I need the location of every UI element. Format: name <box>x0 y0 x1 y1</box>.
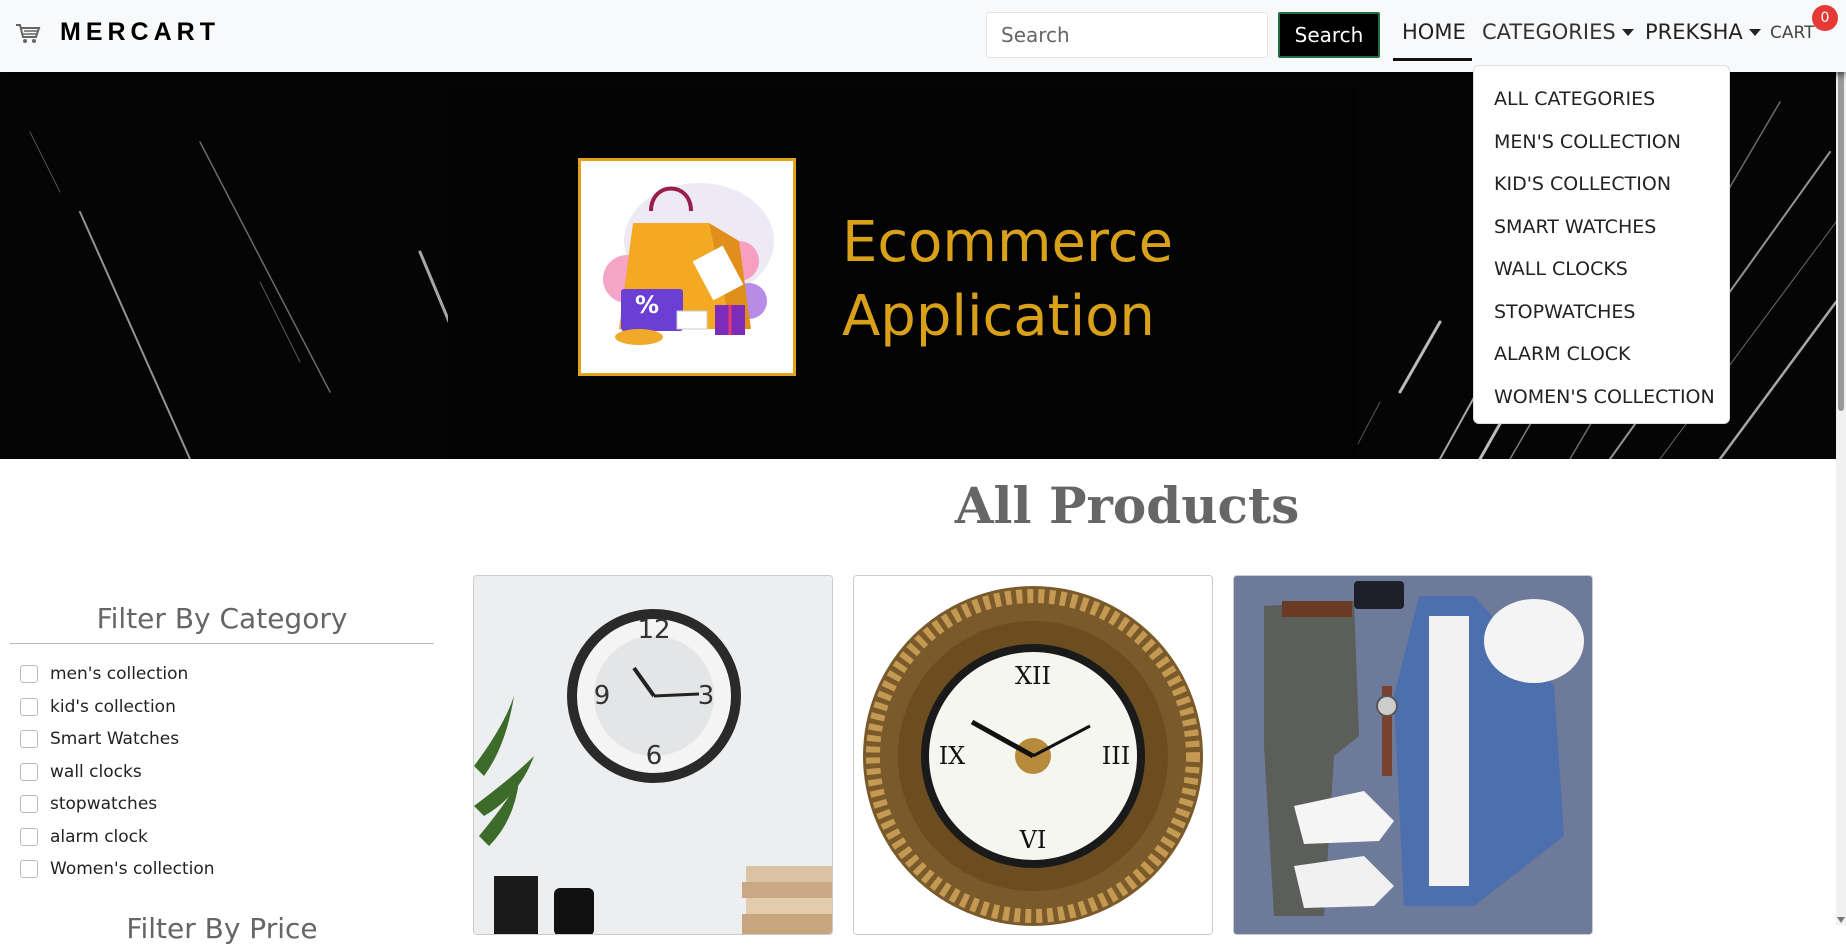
banner-title: Ecommerce Application <box>842 206 1173 354</box>
checkbox[interactable] <box>20 730 38 749</box>
dropdown-item-stopwatches[interactable]: STOPWATCHES <box>1474 291 1729 334</box>
dropdown-item-smart-watches[interactable]: SMART WATCHES <box>1474 206 1729 249</box>
search-input[interactable] <box>986 12 1268 58</box>
svg-text:III: III <box>1102 742 1130 770</box>
navbar: MERCART Search HOME CATEGORIES PREKSHA C… <box>0 0 1846 72</box>
discount-badge: % <box>635 291 660 319</box>
shopping-bag-icon <box>603 183 774 345</box>
nav-categories-label: CATEGORIES <box>1482 20 1616 44</box>
product-image-ornate-clock: XII III VI IX <box>854 576 1212 934</box>
active-nav-indicator <box>1393 58 1472 61</box>
svg-text:12: 12 <box>637 615 670 645</box>
checkbox[interactable] <box>20 860 38 879</box>
svg-text:6: 6 <box>646 741 663 771</box>
nav-cart[interactable]: CART <box>1770 23 1814 43</box>
banner-title-line-2: Application <box>842 284 1155 349</box>
cart-count-badge: 0 <box>1812 5 1838 31</box>
filter-price-title: Filter By Price <box>126 912 318 945</box>
filter-label: alarm clock <box>50 826 148 847</box>
filter-item-womens-collection[interactable]: Women's collection <box>20 853 215 886</box>
product-image-wall-clock: 12 3 6 9 <box>474 576 832 934</box>
checkbox[interactable] <box>20 795 38 814</box>
filter-label: stopwatches <box>50 794 158 815</box>
categories-dropdown-menu: ALL CATEGORIES MEN'S COLLECTION KID'S CO… <box>1473 65 1730 424</box>
brand-name: MERCART <box>60 18 220 46</box>
filter-label: Smart Watches <box>50 729 180 750</box>
filter-item-smart-watches[interactable]: Smart Watches <box>20 723 215 756</box>
checkbox[interactable] <box>20 697 38 716</box>
search-button[interactable]: Search <box>1278 12 1380 58</box>
filter-item-wall-clocks[interactable]: wall clocks <box>20 756 215 789</box>
product-card[interactable]: 12 3 6 9 <box>473 575 833 935</box>
filter-item-alarm-clock[interactable]: alarm clock <box>20 821 215 854</box>
checkbox[interactable] <box>20 665 38 684</box>
filter-label: wall clocks <box>50 761 142 782</box>
dropdown-item-wall-clocks[interactable]: WALL CLOCKS <box>1474 248 1729 291</box>
product-card[interactable]: XII III VI IX <box>853 575 1213 935</box>
filter-label: men's collection <box>50 664 189 685</box>
svg-text:VI: VI <box>1019 826 1047 854</box>
product-image-mens-outfit <box>1234 576 1592 934</box>
svg-text:9: 9 <box>594 681 611 711</box>
dropdown-item-womens-collection[interactable]: WOMEN'S COLLECTION <box>1474 376 1729 419</box>
svg-text:IX: IX <box>939 742 966 770</box>
dropdown-item-alarm-clock[interactable]: ALARM CLOCK <box>1474 333 1729 376</box>
page-heading: All Products <box>0 476 1846 535</box>
banner-title-line-1: Ecommerce <box>842 210 1174 275</box>
shopping-bag-logo: % <box>578 158 796 376</box>
nav-categories-dropdown[interactable]: CATEGORIES <box>1482 20 1634 44</box>
dropdown-item-kids-collection[interactable]: KID'S COLLECTION <box>1474 163 1729 206</box>
product-card[interactable] <box>1233 575 1593 935</box>
filter-item-mens-collection[interactable]: men's collection <box>20 658 215 691</box>
checkbox[interactable] <box>20 762 38 781</box>
nav-user-dropdown[interactable]: PREKSHA <box>1645 20 1761 44</box>
filter-category-title: Filter By Category <box>10 602 434 644</box>
shopping-cart-icon <box>16 23 41 43</box>
svg-text:3: 3 <box>698 681 715 711</box>
filter-label: kid's collection <box>50 696 176 717</box>
brand[interactable]: MERCART <box>14 18 220 47</box>
dropdown-item-all-categories[interactable]: ALL CATEGORIES <box>1474 78 1729 121</box>
dropdown-item-mens-collection[interactable]: MEN'S COLLECTION <box>1474 121 1729 164</box>
vertical-scrollbar[interactable] <box>1836 0 1846 925</box>
nav-home[interactable]: HOME <box>1402 20 1466 44</box>
category-filter-list: men's collection kid's collection Smart … <box>20 658 215 886</box>
page-title: All Products <box>954 476 1300 535</box>
filter-item-stopwatches[interactable]: stopwatches <box>20 788 215 821</box>
scroll-down-arrow-icon[interactable] <box>1837 917 1845 923</box>
svg-text:XII: XII <box>1015 662 1051 690</box>
checkbox[interactable] <box>20 827 38 846</box>
caret-down-icon <box>1621 28 1634 36</box>
nav-user-label: PREKSHA <box>1645 20 1743 44</box>
caret-down-icon <box>1748 28 1761 36</box>
filter-item-kids-collection[interactable]: kid's collection <box>20 691 215 724</box>
filter-label: Women's collection <box>50 859 215 880</box>
